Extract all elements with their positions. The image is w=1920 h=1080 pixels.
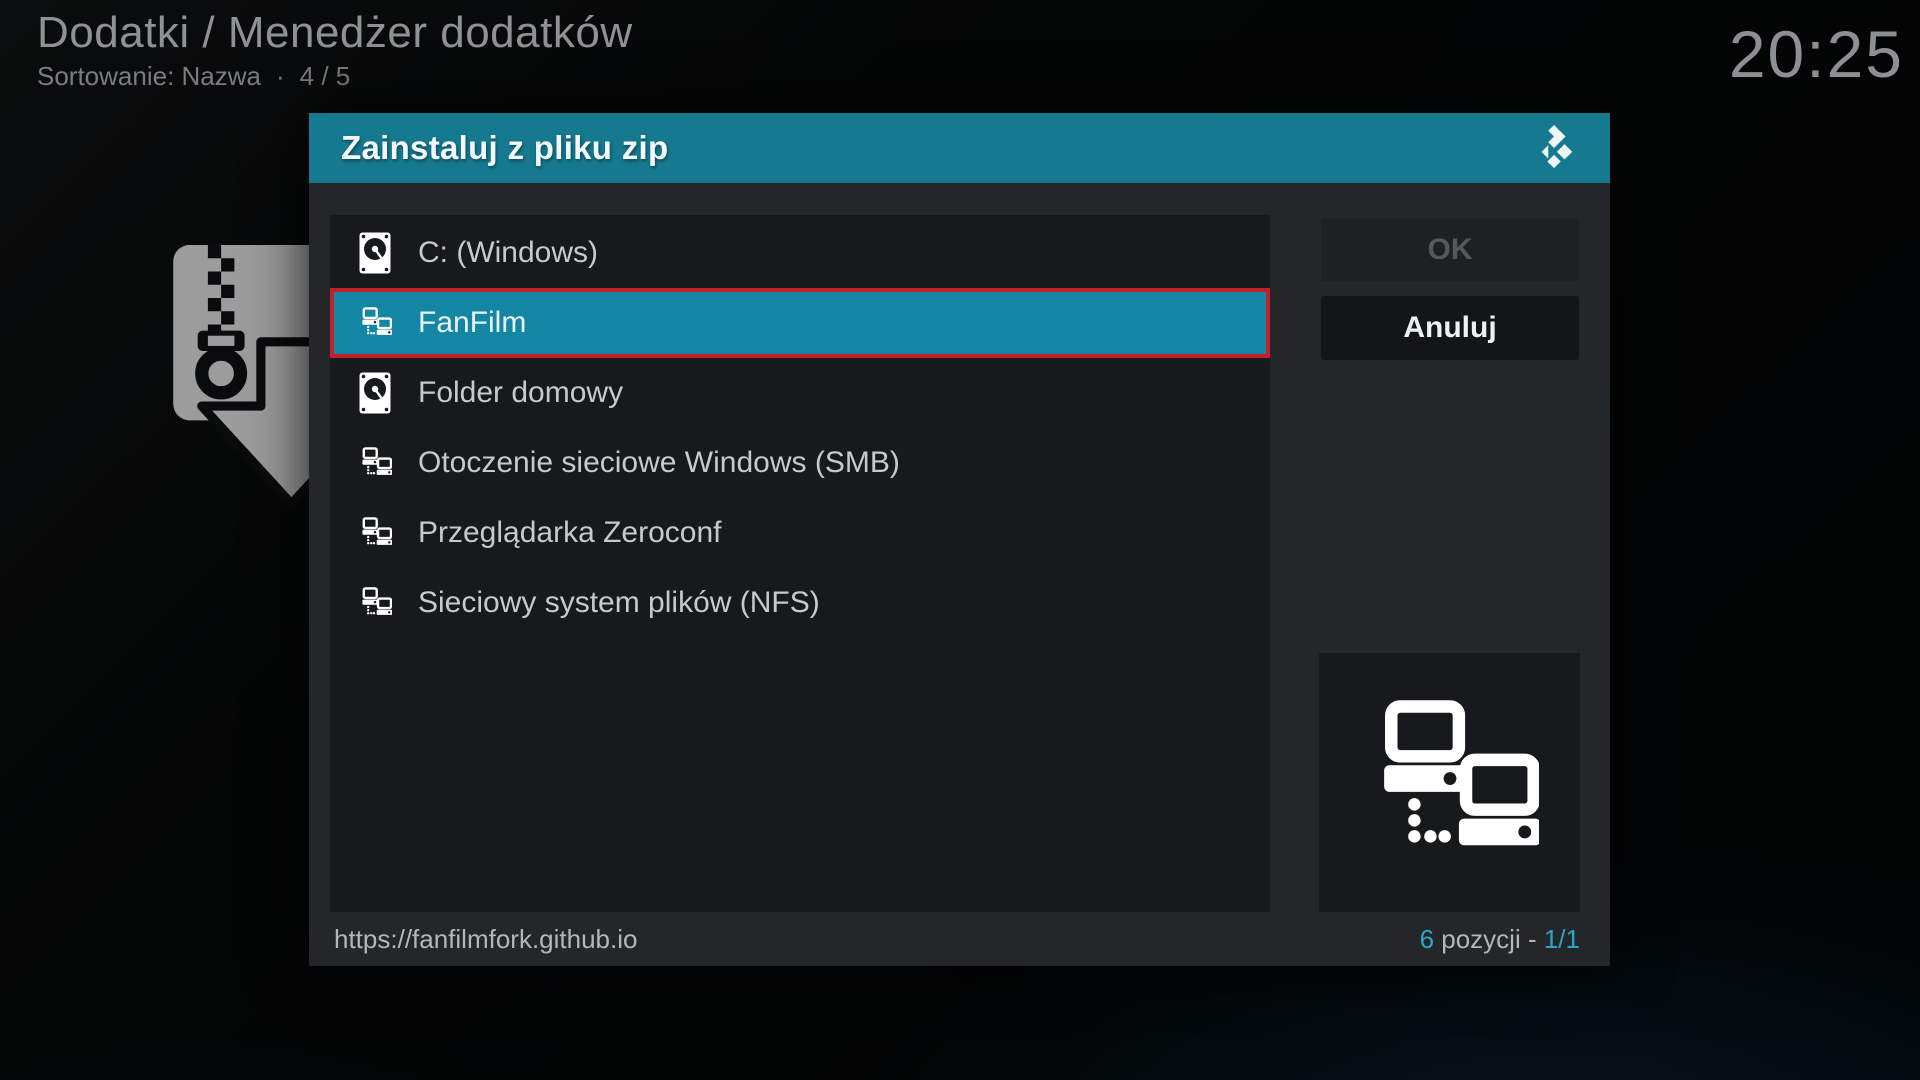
- hdd-icon: [356, 232, 394, 274]
- list-item-label: Przeglądarka Zeroconf: [418, 516, 722, 549]
- list-item[interactable]: Sieciowy system plików (NFS): [330, 568, 1270, 638]
- network-icon: [356, 446, 394, 480]
- item-count-number: 6: [1419, 923, 1435, 954]
- item-count: 6 pozycji - 1/1: [1420, 924, 1580, 955]
- sort-info: Sortowanie: Nazwa · 4 / 5: [37, 61, 633, 92]
- list-item-label: C: (Windows): [418, 236, 599, 269]
- page-header: Dodatki / Menedżer dodatków Sortowanie: …: [37, 8, 633, 92]
- list-item-label: Otoczenie sieciowe Windows (SMB): [418, 446, 900, 479]
- list-item-selected[interactable]: FanFilm: [330, 288, 1270, 358]
- source-list: C: (Windows) FanFilm Folder domowy Otocz…: [330, 215, 1270, 912]
- source-url: https://fanfilmfork.github.io: [334, 923, 638, 954]
- clock: 20:25: [1728, 17, 1904, 91]
- dialog-footer: https://fanfilmfork.github.io 6 pozycji …: [309, 912, 1610, 966]
- kodi-logo-icon: [1530, 124, 1578, 172]
- list-item[interactable]: Otoczenie sieciowe Windows (SMB): [330, 428, 1270, 498]
- page-indicator: 1/1: [1543, 923, 1580, 954]
- network-icon: [356, 586, 394, 620]
- dot-separator: ·: [276, 61, 285, 91]
- list-item[interactable]: Folder domowy: [330, 358, 1270, 428]
- ok-button[interactable]: OK: [1321, 219, 1579, 281]
- list-item-label: Folder domowy: [418, 376, 624, 409]
- hdd-icon: [356, 372, 394, 414]
- install-from-zip-dialog: Zainstaluj z pliku zip C: (Windows) FanF…: [309, 113, 1610, 966]
- list-item[interactable]: Przeglądarka Zeroconf: [330, 498, 1270, 568]
- breadcrumb: Dodatki / Menedżer dodatków: [37, 8, 633, 57]
- item-preview-box: [1319, 653, 1580, 912]
- network-icon: [356, 516, 394, 550]
- item-position: 4 / 5: [299, 61, 351, 91]
- list-item[interactable]: C: (Windows): [330, 218, 1270, 288]
- dialog-titlebar: Zainstaluj z pliku zip: [309, 113, 1610, 183]
- list-item-label: FanFilm: [418, 306, 527, 339]
- network-icon: [1361, 694, 1539, 872]
- item-count-label: pozycji -: [1434, 923, 1544, 954]
- network-icon: [356, 306, 394, 340]
- sort-label: Sortowanie: Nazwa: [37, 61, 261, 91]
- cancel-button[interactable]: Anuluj: [1321, 296, 1579, 360]
- list-item-label: Sieciowy system plików (NFS): [418, 586, 820, 619]
- dialog-title: Zainstaluj z pliku zip: [341, 129, 669, 166]
